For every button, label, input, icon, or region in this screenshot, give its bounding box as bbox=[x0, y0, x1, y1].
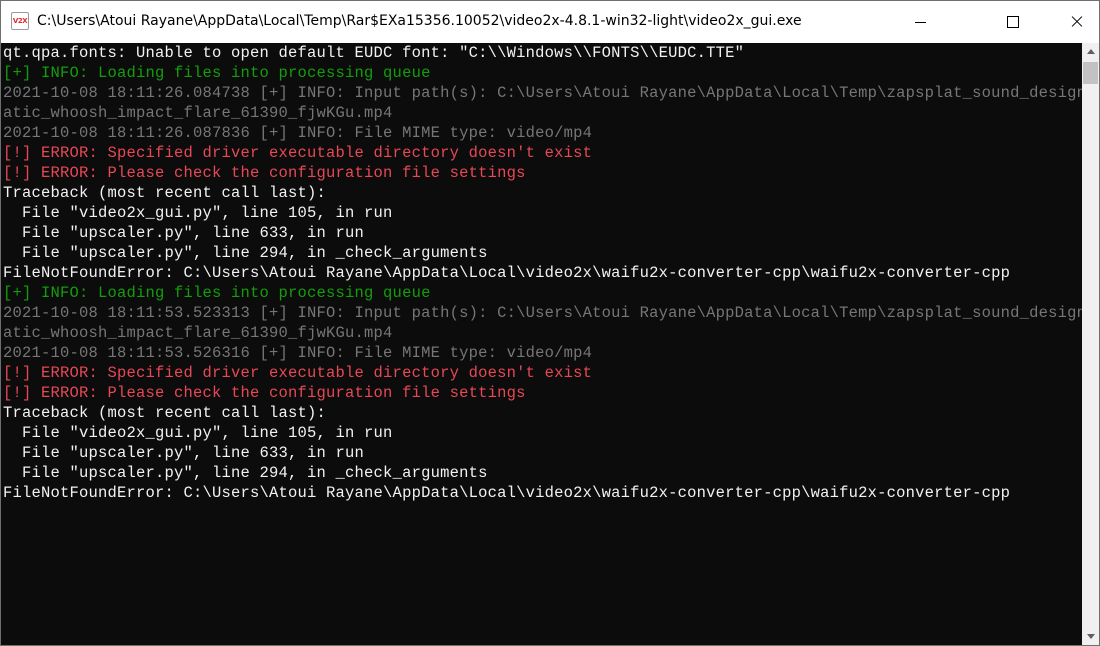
console-line: Traceback (most recent call last): bbox=[3, 404, 327, 422]
close-button[interactable] bbox=[1053, 1, 1099, 43]
console-line: [!] ERROR: Please check the configuratio… bbox=[3, 164, 526, 182]
console-line: [+] INFO: Loading files into processing … bbox=[3, 284, 431, 302]
console-line: FileNotFoundError: C:\Users\Atoui Rayane… bbox=[3, 264, 1011, 282]
scroll-down-arrow-icon bbox=[1086, 634, 1095, 639]
scroll-up-button[interactable] bbox=[1082, 43, 1099, 60]
vertical-scrollbar[interactable] bbox=[1082, 43, 1099, 645]
video2x-app-icon[interactable]: V2X bbox=[11, 12, 29, 30]
console-line: 2021-10-08 18:11:53.526316 [+] INFO: Fil… bbox=[3, 344, 593, 362]
maximize-button[interactable] bbox=[989, 1, 1035, 43]
scroll-up-arrow-icon bbox=[1086, 49, 1095, 54]
window-title: C:\Users\Atoui Rayane\AppData\Local\Temp… bbox=[37, 13, 802, 29]
console-line: File "upscaler.py", line 633, in run bbox=[3, 224, 365, 242]
minimize-button[interactable] bbox=[897, 1, 943, 43]
console-line: [+] INFO: Loading files into processing … bbox=[3, 64, 431, 82]
console-line: File "upscaler.py", line 294, in _check_… bbox=[3, 244, 488, 262]
console-line: File "video2x_gui.py", line 105, in run bbox=[3, 424, 393, 442]
console-line: [!] ERROR: Please check the configuratio… bbox=[3, 384, 526, 402]
console-line: 2021-10-08 18:11:53.523313 [+] INFO: Inp… bbox=[3, 304, 1082, 322]
console-line: atic_whoosh_impact_flare_61390_fjwKGu.mp… bbox=[3, 104, 393, 122]
scroll-down-button[interactable] bbox=[1082, 628, 1099, 645]
console-line: File "video2x_gui.py", line 105, in run bbox=[3, 204, 393, 222]
console-line: FileNotFoundError: C:\Users\Atoui Rayane… bbox=[3, 484, 1011, 502]
console-output[interactable]: qt.qpa.fonts: Unable to open default EUD… bbox=[2, 43, 1082, 645]
console-line: 2021-10-08 18:11:26.087836 [+] INFO: Fil… bbox=[3, 124, 593, 142]
console-line: File "upscaler.py", line 633, in run bbox=[3, 444, 365, 462]
console-line: File "upscaler.py", line 294, in _check_… bbox=[3, 464, 488, 482]
console-line: qt.qpa.fonts: Unable to open default EUD… bbox=[3, 44, 745, 62]
scrollbar-thumb[interactable] bbox=[1083, 62, 1098, 84]
console-line: atic_whoosh_impact_flare_61390_fjwKGu.mp… bbox=[3, 324, 393, 342]
title-bar[interactable]: V2X C:\Users\Atoui Rayane\AppData\Local\… bbox=[1, 1, 1099, 43]
console-line: [!] ERROR: Specified driver executable d… bbox=[3, 364, 593, 382]
console-line: Traceback (most recent call last): bbox=[3, 184, 327, 202]
console-line: 2021-10-08 18:11:26.084738 [+] INFO: Inp… bbox=[3, 84, 1082, 102]
console-window: V2X C:\Users\Atoui Rayane\AppData\Local\… bbox=[0, 0, 1100, 646]
console-line: [!] ERROR: Specified driver executable d… bbox=[3, 144, 593, 162]
